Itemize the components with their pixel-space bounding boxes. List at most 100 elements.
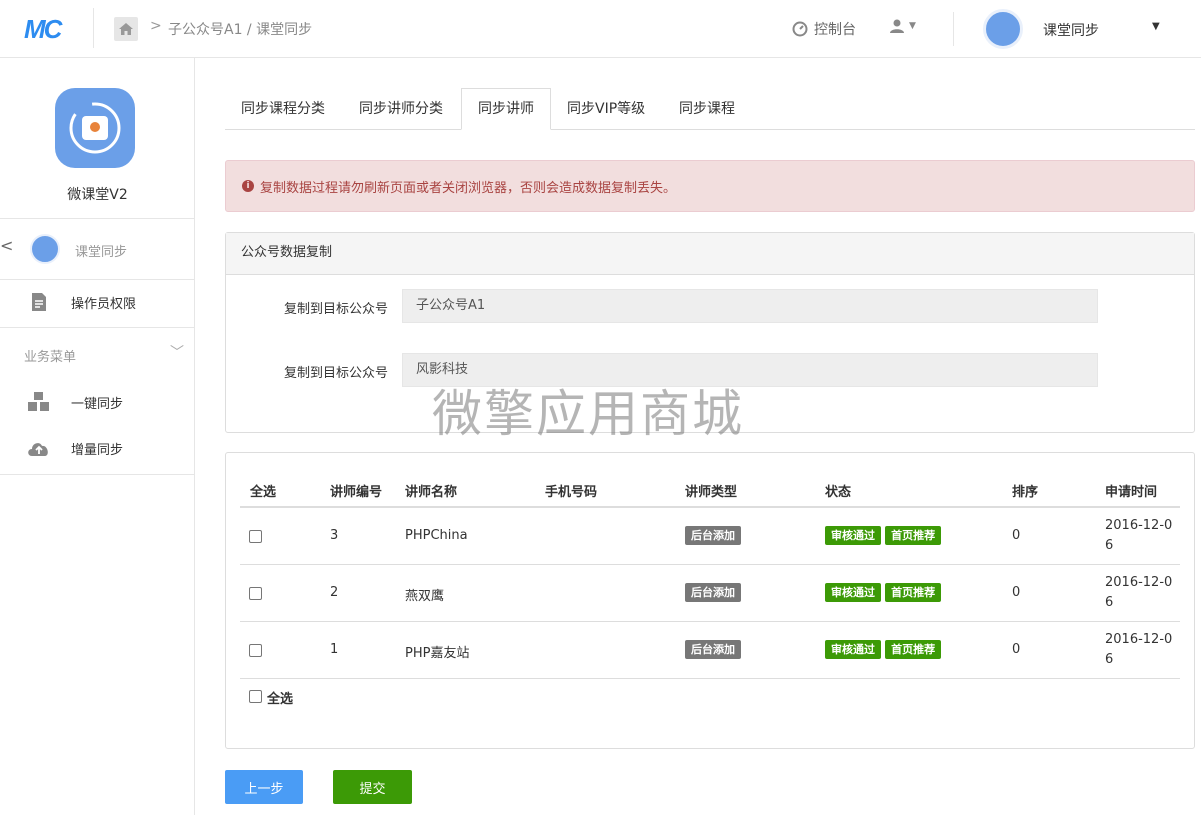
teacher-type: 后台添加 xyxy=(685,640,741,659)
user-menu[interactable]: ▼ xyxy=(889,18,916,34)
teacher-table-panel: 全选 讲师编号 讲师名称 手机号码 讲师类型 状态 排序 申请时间 3 PHPC… xyxy=(225,452,1195,749)
form-row: 复制到目标公众号 子公众号A1 xyxy=(226,289,1194,323)
sidebar-section-title: 业务菜单 xyxy=(24,350,77,365)
source-account-field[interactable]: 风影科技 xyxy=(402,353,1098,387)
back-chevron-icon[interactable]: < xyxy=(0,236,13,255)
table-row: 1 PHP嘉友站 后台添加 审核通过 首页推荐 0 2016-12-06 xyxy=(240,622,1180,679)
chevron-down-icon: ▼ xyxy=(909,21,916,31)
column-header: 申请时间 xyxy=(1105,485,1158,500)
console-link[interactable]: 控制台 xyxy=(792,19,856,39)
user-icon xyxy=(890,19,904,33)
type-badge: 后台添加 xyxy=(685,640,741,659)
top-bar: MC > 子公众号A1 / 课堂同步 控制台 ▼ 课堂同步 ▼ xyxy=(0,0,1201,58)
teacher-sort: 0 xyxy=(1012,642,1021,657)
teacher-sort: 0 xyxy=(1012,528,1021,543)
teacher-id: 2 xyxy=(330,585,339,600)
apply-time: 2016-12-06 xyxy=(1105,632,1173,667)
app-name: 微课堂V2 xyxy=(67,187,128,203)
column-header: 手机号码 xyxy=(545,485,598,500)
teacher-sort: 0 xyxy=(1012,585,1021,600)
teacher-type: 后台添加 xyxy=(685,583,741,602)
logo-divider xyxy=(93,8,94,48)
select-all-checkbox[interactable] xyxy=(249,690,262,703)
teacher-type: 后台添加 xyxy=(685,526,741,545)
tab-sync-teacher[interactable]: 同步讲师 xyxy=(461,88,551,130)
copy-panel: 公众号数据复制 复制到目标公众号 子公众号A1 复制到目标公众号 风影科技 xyxy=(225,232,1195,433)
account-name[interactable]: 课堂同步 xyxy=(1043,20,1099,40)
type-badge: 后台添加 xyxy=(685,583,741,602)
sidebar-item-operator-permissions[interactable]: 操作员权限 xyxy=(0,284,195,320)
status-badge: 审核通过 xyxy=(825,583,881,602)
app-logo xyxy=(55,88,135,168)
chevron-down-icon[interactable]: ﹀ xyxy=(170,342,184,362)
cubes-icon xyxy=(26,389,52,415)
panel-title: 公众号数据复制 xyxy=(226,233,1194,275)
column-header: 讲师类型 xyxy=(685,485,738,500)
select-all-label[interactable]: 全选 xyxy=(267,688,293,707)
sidebar-item-label: 增量同步 xyxy=(71,442,124,458)
top-divider xyxy=(953,12,954,46)
tab-sync-course[interactable]: 同步课程 xyxy=(663,88,751,130)
prev-step-button[interactable]: 上一步 xyxy=(225,770,303,804)
warning-alert: i 复制数据过程请勿刷新页面或者关闭浏览器，否则会造成数据复制丢失。 xyxy=(225,160,1195,212)
console-label: 控制台 xyxy=(814,22,856,38)
status-badge: 审核通过 xyxy=(825,640,881,659)
dashboard-icon xyxy=(792,21,808,37)
tab-sync-course-category[interactable]: 同步课程分类 xyxy=(225,88,341,130)
teacher-name: 燕双鹰 xyxy=(405,589,445,604)
form-label: 复制到目标公众号 xyxy=(283,366,388,381)
teacher-name: PHPChina xyxy=(405,528,468,543)
current-module-label: 课堂同步 xyxy=(75,245,128,260)
form-row: 复制到目标公众号 风影科技 xyxy=(226,353,1194,387)
row-checkbox[interactable] xyxy=(249,644,262,657)
teacher-status: 审核通过 首页推荐 xyxy=(825,526,942,545)
recommend-badge: 首页推荐 xyxy=(885,583,942,602)
type-badge: 后台添加 xyxy=(685,526,741,545)
table-row: 3 PHPChina 后台添加 审核通过 首页推荐 0 2016-12-06 xyxy=(240,508,1180,565)
teacher-status: 审核通过 首页推荐 xyxy=(825,640,942,659)
column-header: 状态 xyxy=(825,485,852,500)
sidebar-current-module[interactable]: < 课堂同步 xyxy=(0,218,195,280)
apply-time: 2016-12-06 xyxy=(1105,575,1173,610)
home-icon[interactable] xyxy=(114,17,138,41)
sidebar-divider xyxy=(0,474,195,475)
document-icon xyxy=(26,289,52,315)
submit-button[interactable]: 提交 xyxy=(333,770,412,804)
table-row: 2 燕双鹰 后台添加 审核通过 首页推荐 0 2016-12-06 xyxy=(240,565,1180,622)
sidebar-item-label: 一键同步 xyxy=(71,396,124,412)
column-header: 讲师名称 xyxy=(405,485,458,500)
tab-sync-teacher-category[interactable]: 同步讲师分类 xyxy=(343,88,459,130)
status-badge: 审核通过 xyxy=(825,526,881,545)
row-checkbox[interactable] xyxy=(249,530,262,543)
recommend-badge: 首页推荐 xyxy=(885,640,942,659)
teacher-id: 3 xyxy=(330,528,339,543)
teacher-status: 审核通过 首页推荐 xyxy=(825,583,942,602)
sidebar-item-one-click-sync[interactable]: 一键同步 xyxy=(0,384,195,420)
breadcrumb[interactable]: 子公众号A1 / 课堂同步 xyxy=(168,19,312,39)
sidebar-divider xyxy=(0,327,195,328)
column-header[interactable]: 全选 xyxy=(250,481,276,500)
tab-bar: 同步课程分类 同步讲师分类 同步讲师 同步VIP等级 同步课程 xyxy=(225,88,1195,130)
info-icon: i xyxy=(242,180,254,192)
target-account-field[interactable]: 子公众号A1 xyxy=(402,289,1098,323)
sidebar-divider xyxy=(0,279,195,280)
module-avatar xyxy=(30,234,60,264)
cloud-upload-icon xyxy=(26,435,52,461)
sidebar-item-incremental-sync[interactable]: 增量同步 xyxy=(0,430,195,466)
apply-time: 2016-12-06 xyxy=(1105,518,1173,553)
brand-logo[interactable]: MC xyxy=(24,14,62,45)
column-header: 排序 xyxy=(1012,485,1039,500)
tab-sync-vip-level[interactable]: 同步VIP等级 xyxy=(551,88,661,130)
teacher-name: PHP嘉友站 xyxy=(405,646,470,661)
alert-text: 复制数据过程请勿刷新页面或者关闭浏览器，否则会造成数据复制丢失。 xyxy=(260,180,677,196)
sidebar-item-label: 操作员权限 xyxy=(71,296,137,312)
breadcrumb-chevron-icon: > xyxy=(150,18,162,34)
column-header: 讲师编号 xyxy=(330,485,383,500)
sidebar: 微课堂V2 < 课堂同步 操作员权限 业务菜单 ﹀ 一键同步 增量同步 xyxy=(0,58,195,815)
teacher-id: 1 xyxy=(330,642,339,657)
form-label: 复制到目标公众号 xyxy=(283,302,388,317)
account-avatar[interactable] xyxy=(983,9,1023,49)
account-caret-icon[interactable]: ▼ xyxy=(1152,21,1160,32)
recommend-badge: 首页推荐 xyxy=(885,526,942,545)
row-checkbox[interactable] xyxy=(249,587,262,600)
